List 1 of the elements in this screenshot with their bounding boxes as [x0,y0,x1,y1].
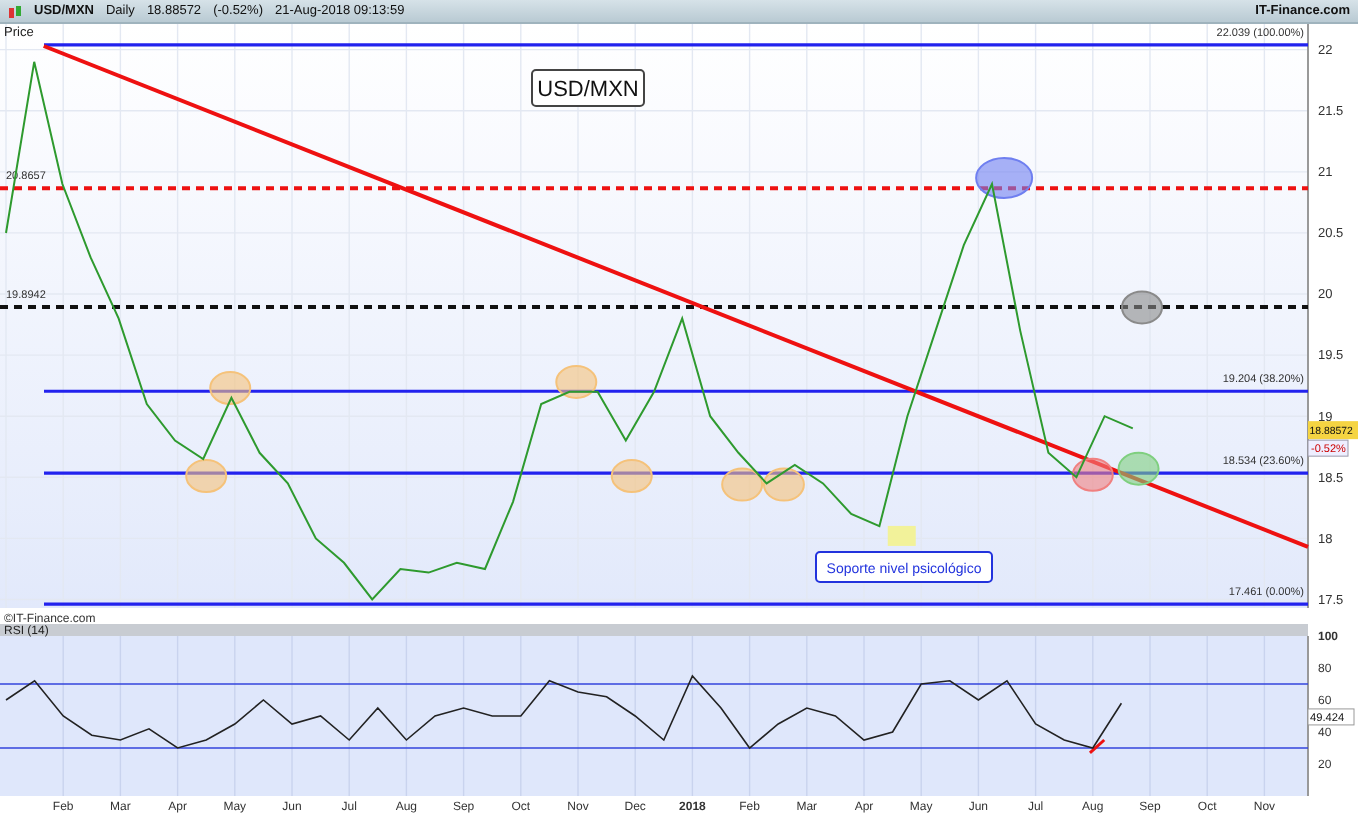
title-box: USD/MXN [531,69,645,107]
